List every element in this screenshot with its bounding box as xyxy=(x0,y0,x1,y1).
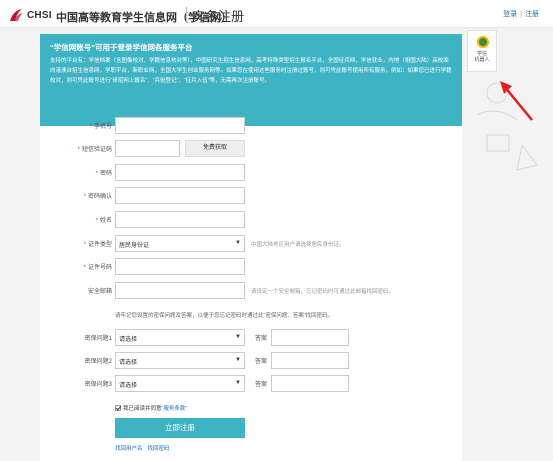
question1-select[interactable]: 请选择 ▼ xyxy=(115,329,245,346)
terms-link[interactable]: “服务条款” xyxy=(162,406,188,412)
password-input[interactable] xyxy=(115,164,245,181)
password-label: * 密码 xyxy=(95,171,112,177)
answer1-input[interactable] xyxy=(271,329,349,346)
id-type-row: * 证件类型 居民身份证 ▼ 中国大陆地区用户请选择居民身份证。 xyxy=(40,235,462,253)
phone-input[interactable] xyxy=(115,117,245,134)
red-arrow-annotation xyxy=(500,81,533,121)
sms-code-input[interactable] xyxy=(115,140,180,157)
email-input[interactable] xyxy=(115,282,245,299)
id-type-label: * 证件类型 xyxy=(83,242,112,248)
find-username-link[interactable]: 找回用户名 xyxy=(115,446,143,452)
name-row: * 姓名 xyxy=(40,211,462,229)
recovery-links: 找回用户名 找回密码 xyxy=(115,444,175,452)
chevron-down-icon: ▼ xyxy=(235,334,241,340)
question2-value: 请选择 xyxy=(119,360,138,366)
chsi-logo-icon xyxy=(10,9,23,21)
login-link[interactable]: 登录 xyxy=(503,11,517,18)
answer2-label: 答案 xyxy=(255,359,268,365)
notice-body: 支持的平台有：学信档案（含图像校对、学籍信息核对等），中国研究生招生信息网，高考… xyxy=(50,58,452,84)
register-submit-button[interactable]: 立即注册 xyxy=(115,418,245,438)
find-password-link[interactable]: 找回密码 xyxy=(148,446,170,452)
id-number-label: * 证件号码 xyxy=(83,265,112,271)
register-link[interactable]: 注册 xyxy=(525,11,539,18)
password-confirm-row: * 密码确认 xyxy=(40,187,462,205)
question1-value: 请选择 xyxy=(119,337,138,343)
phone-row: * 手机号 xyxy=(40,117,462,135)
notice-title: “学信网账号”可用于登录学信网各服务平台 xyxy=(50,43,193,52)
question1-row: 密保问题1 请选择 ▼ 答案 xyxy=(40,329,462,347)
page-title: 实名注册 xyxy=(192,9,245,24)
answer1-label: 答案 xyxy=(255,336,268,342)
sms-label: * 短信验证码 xyxy=(77,147,112,153)
email-hint: 请设定一个安全邮箱，忘记密码时可通过此邮箱找回密码。 xyxy=(251,289,395,295)
header-divider xyxy=(186,7,187,22)
question3-select[interactable]: 请选择 ▼ xyxy=(115,375,245,392)
get-sms-code-button[interactable]: 免费获取 xyxy=(185,140,245,157)
robot-label: 学信 机器人 xyxy=(474,51,490,63)
password-confirm-label: * 密码确认 xyxy=(83,194,112,200)
password-row: * 密码 xyxy=(40,164,462,182)
security-question-hint: 请牢记您设置的密保问题及答案，以便于您忘记密码时通过此“密保问题、答案”找回密码… xyxy=(115,313,334,319)
sms-row: * 短信验证码 免费获取 xyxy=(40,140,462,158)
password-confirm-input[interactable] xyxy=(115,187,245,204)
id-type-hint: 中国大陆地区用户请选择居民身份证。 xyxy=(251,242,345,248)
chevron-down-icon: ▼ xyxy=(235,380,241,386)
name-label: * 姓名 xyxy=(95,218,112,224)
id-number-row: * 证件号码 xyxy=(40,258,462,276)
id-type-select[interactable]: 居民身份证 ▼ xyxy=(115,235,245,252)
email-row: 安全邮箱 请设定一个安全邮箱，忘记密码时可通过此邮箱找回密码。 xyxy=(40,282,462,300)
logo-text: CHSI xyxy=(27,10,52,21)
agree-text: 我已阅读并同意 xyxy=(123,406,162,412)
agree-checkbox[interactable] xyxy=(115,405,121,411)
question3-value: 请选择 xyxy=(119,383,138,389)
id-number-input[interactable] xyxy=(115,258,245,275)
question2-label: 密保问题2 xyxy=(84,359,112,365)
chevron-down-icon: ▼ xyxy=(235,240,241,246)
answer3-input[interactable] xyxy=(271,375,349,392)
answer3-label: 答案 xyxy=(255,382,268,388)
chat-robot-widget[interactable]: 学信 机器人 xyxy=(467,30,497,72)
notice-banner: “学信网账号”可用于登录学信网各服务平台 支持的平台有：学信档案（含图像校对、学… xyxy=(40,34,462,126)
question3-label: 密保问题3 xyxy=(84,382,112,388)
top-links: 登录 | 注册 xyxy=(503,9,539,19)
question2-select[interactable]: 请选择 ▼ xyxy=(115,352,245,369)
question1-label: 密保问题1 xyxy=(84,336,112,342)
question3-row: 密保问题3 请选择 ▼ 答案 xyxy=(40,375,462,393)
top-links-separator: | xyxy=(520,11,522,18)
top-bar: CHSI 中国高等教育学生信息网（学信网） 实名注册 登录 | 注册 xyxy=(0,0,553,28)
question2-row: 密保问题2 请选择 ▼ 答案 xyxy=(40,352,462,370)
chevron-down-icon: ▼ xyxy=(235,357,241,363)
agree-row: 我已阅读并同意“服务条款” xyxy=(115,404,187,412)
register-panel: “学信网账号”可用于登录学信网各服务平台 支持的平台有：学信档案（含图像校对、学… xyxy=(40,34,462,461)
id-type-value: 居民身份证 xyxy=(119,243,150,249)
robot-icon xyxy=(477,36,489,48)
name-input[interactable] xyxy=(115,211,245,228)
answer2-input[interactable] xyxy=(271,352,349,369)
email-label: 安全邮箱 xyxy=(87,289,112,295)
phone-label: * 手机号 xyxy=(89,124,112,130)
